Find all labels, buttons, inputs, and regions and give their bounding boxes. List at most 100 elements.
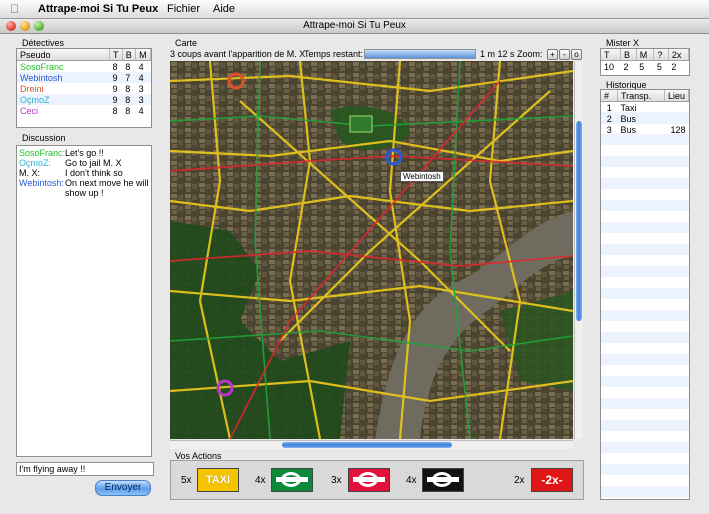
underground-count: 3x [331, 475, 342, 486]
detective-row[interactable]: Ceci 8 8 4 [17, 105, 151, 116]
chat-message: SosoFranc: Let's go !! [19, 148, 149, 158]
misterx-table: T B M? 2x 10 2 5 5 2 [600, 48, 690, 76]
detective-ticket-count: 8 [125, 105, 131, 116]
detective-name: Ceci [20, 105, 39, 116]
carte-label: Carte [175, 38, 198, 48]
chat-text: Go to jail M. X [65, 158, 122, 168]
mrx-countdown-text: 3 coups avant l'apparition de M. X [170, 49, 306, 59]
detective-ticket-count: 8 [112, 105, 118, 116]
col-transport[interactable]: Transp. [617, 90, 665, 102]
col-t[interactable]: T [109, 49, 123, 61]
zoom-label: Zoom: [517, 49, 543, 59]
misterx-ticket-value: 10 [604, 61, 615, 72]
chat-author: SosoFranc: [19, 148, 66, 158]
apple-icon[interactable]:  [10, 2, 19, 16]
col-number[interactable]: # [601, 90, 618, 102]
misterx-column-header[interactable]: ? [653, 49, 669, 61]
col-m[interactable]: M [135, 49, 151, 61]
zoom-in-button[interactable]: + [547, 49, 558, 60]
misterx-column-header[interactable]: 2x [668, 49, 690, 61]
misterx-ticket-value: 2 [623, 61, 629, 72]
map-image [170, 61, 573, 439]
detective-row[interactable]: Dreini 9 8 3 [17, 83, 151, 94]
misterx-column-header[interactable]: B [620, 49, 637, 61]
window-title-bar: Attrape-moi Si Tu Peux [0, 19, 709, 34]
detective-row[interactable]: Webintosh 9 7 4 [17, 72, 151, 83]
detective-ticket-count: 9 [112, 83, 118, 94]
chat-text: On next move he will show up ! [65, 178, 149, 198]
time-remaining-bar [364, 49, 476, 59]
map-horizontal-scrollbar[interactable] [170, 440, 573, 449]
history-transport: Taxi [620, 102, 637, 113]
detective-row[interactable]: SosoFranc 8 8 4 [17, 61, 151, 73]
history-location: 128 [670, 124, 686, 135]
detective-ticket-count: 4 [138, 105, 144, 116]
detective-row[interactable]: OçmoZ 9 8 3 [17, 94, 151, 105]
detective-ticket-count: 4 [138, 61, 144, 72]
zoom-out-button[interactable]: - [559, 49, 570, 60]
menu-bar:  Attrape-moi Si Tu Peux Fichier Aide [0, 0, 709, 19]
detective-ticket-count: 3 [138, 83, 144, 94]
history-transport: Bus [620, 113, 636, 124]
double-move-ticket-button[interactable]: -2x- [531, 468, 573, 492]
map-vertical-scrollbar[interactable] [574, 61, 583, 439]
detective-ticket-count: 7 [125, 72, 131, 83]
taxi-ticket-button[interactable]: TAXI [197, 468, 239, 492]
taxi-count: 5x [181, 475, 192, 486]
actions-panel: 5x TAXI 4x 3x 4x 2x -2x- [170, 460, 584, 500]
game-map[interactable]: Webintosh [170, 61, 573, 439]
map-tooltip: Webintosh [400, 171, 444, 182]
detective-ticket-count: 8 [125, 94, 131, 105]
detectives-label: Détectives [22, 38, 65, 48]
history-location [664, 113, 688, 124]
detective-ticket-count: 8 [125, 61, 131, 72]
chat-author: Webintosh: [19, 178, 64, 188]
detective-name: Webintosh [20, 72, 63, 83]
detective-ticket-count: 8 [112, 61, 118, 72]
detective-ticket-count: 9 [112, 94, 118, 105]
black-ticket-count: 4x [406, 475, 417, 486]
historique-table: # Transp. Lieu 1 Taxi 2 Bus 3 Bus 128 [600, 89, 690, 500]
detective-name: Dreini [20, 83, 44, 94]
horizontal-scroll-thumb[interactable] [282, 442, 452, 448]
bus-ticket-button[interactable] [271, 468, 313, 492]
detective-ticket-count: 8 [125, 83, 131, 94]
chat-text: I don't think so [65, 168, 123, 178]
history-transport: Bus [620, 124, 636, 135]
time-remaining-value: 1 m 12 s [480, 49, 515, 59]
chat-author: OçmoZ: [19, 158, 52, 168]
menu-aide[interactable]: Aide [213, 3, 235, 15]
misterx-column-header[interactable]: T [601, 49, 621, 61]
misterx-column-header[interactable]: M [636, 49, 655, 61]
history-row[interactable]: 1 Taxi [601, 102, 689, 114]
detectives-table: Pseudo T B M SosoFranc 8 8 4 Webintosh 9 7 4 Dre… [16, 48, 152, 128]
discussion-log[interactable]: SosoFranc: Let's go !! OçmoZ: Go to jail M.… [16, 145, 152, 457]
col-b[interactable]: B [122, 49, 137, 61]
detective-name: OçmoZ [20, 94, 50, 105]
history-row[interactable]: 2 Bus [601, 113, 689, 124]
history-row[interactable]: 3 Bus 128 [601, 124, 689, 135]
col-lieu[interactable]: Lieu [664, 90, 689, 102]
misterx-label: Mister X [606, 38, 640, 48]
window-title: Attrape-moi Si Tu Peux [303, 20, 406, 31]
chat-author: M. X: [19, 168, 41, 178]
discussion-label: Discussion [22, 133, 66, 143]
send-button[interactable]: Envoyer [95, 480, 151, 496]
menu-fichier[interactable]: Fichier [167, 3, 200, 15]
history-number: 2 [606, 113, 612, 124]
detective-name: SosoFranc [20, 61, 64, 72]
underground-ticket-button[interactable] [348, 468, 390, 492]
detective-ticket-count: 4 [138, 72, 144, 83]
taxi-ticket-label: TAXI [205, 474, 231, 486]
history-number: 3 [606, 124, 612, 135]
col-pseudo[interactable]: Pseudo [17, 49, 110, 61]
chat-message: M. X: I don't think so [19, 168, 149, 178]
misterx-ticket-value: 5 [639, 61, 645, 72]
menu-app-name[interactable]: Attrape-moi Si Tu Peux [38, 3, 158, 15]
chat-input[interactable]: I'm flying away !! [16, 462, 154, 476]
chat-message: OçmoZ: Go to jail M. X [19, 158, 149, 168]
zoom-reset-button[interactable]: o [571, 49, 582, 60]
misterx-ticket-value: 5 [656, 61, 662, 72]
vertical-scroll-thumb[interactable] [576, 121, 582, 321]
black-ticket-button[interactable] [422, 468, 464, 492]
